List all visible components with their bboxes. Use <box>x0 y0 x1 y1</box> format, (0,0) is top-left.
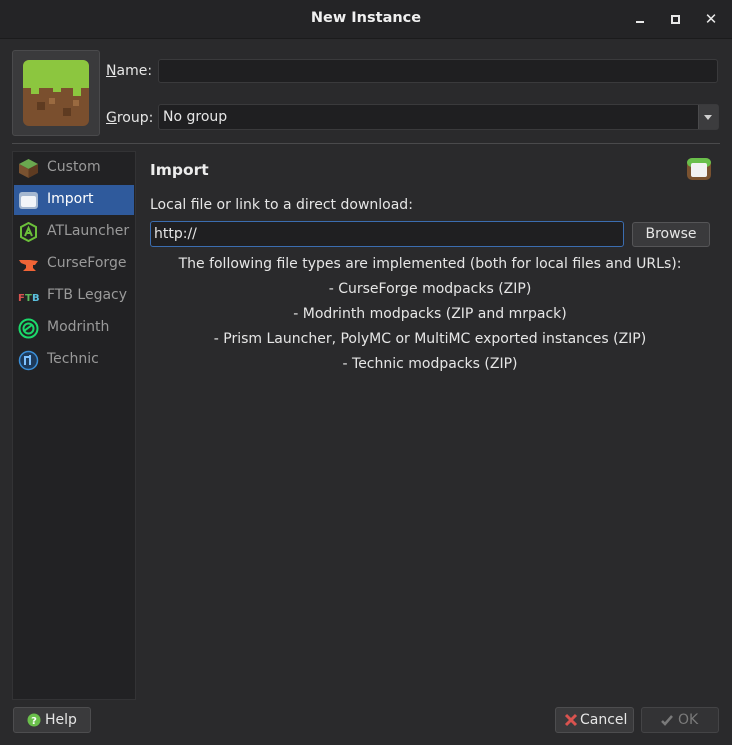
source-sidebar: Custom Import ATLauncher CurseForge F T … <box>12 151 136 700</box>
sidebar-item-import[interactable]: Import <box>14 185 134 215</box>
page-title: Import <box>150 161 209 179</box>
help-icon: ? <box>27 713 41 727</box>
minimize-icon <box>636 21 644 23</box>
title-bar: New Instance ✕ <box>0 0 732 39</box>
group-select[interactable]: No group <box>158 104 719 130</box>
supported-type-item: - CurseForge modpacks (ZIP) <box>328 281 532 297</box>
supported-types-heading: The following file types are implemented… <box>178 256 682 272</box>
svg-text:T: T <box>25 293 32 304</box>
group-select-value: No group <box>163 109 228 125</box>
group-dropdown-button[interactable] <box>698 105 718 129</box>
close-button[interactable]: ✕ <box>702 10 720 28</box>
grass-block-icon <box>19 159 38 178</box>
grass-block-icon <box>23 60 89 126</box>
svg-text:B: B <box>32 293 39 304</box>
ftb-icon: F T B <box>18 293 39 304</box>
name-label: Name: <box>106 63 153 79</box>
supported-type-item: - Prism Launcher, PolyMC or MultiMC expo… <box>213 331 647 347</box>
cancel-button[interactable]: Cancel <box>555 707 634 733</box>
instance-icon-button[interactable] <box>12 50 100 136</box>
name-field[interactable] <box>158 59 718 83</box>
url-input[interactable]: http:// <box>150 221 624 247</box>
close-icon: ✕ <box>704 10 718 28</box>
chevron-down-icon <box>704 115 712 120</box>
sidebar-item-curseforge[interactable]: CurseForge <box>14 249 134 279</box>
cancel-icon <box>564 713 578 727</box>
folder-icon <box>19 192 38 209</box>
atlauncher-icon <box>20 222 37 243</box>
supported-type-item: - Modrinth modpacks (ZIP and mrpack) <box>293 306 567 322</box>
import-prompt-label: Local file or link to a direct download: <box>150 197 413 213</box>
group-label: Group: <box>106 110 154 126</box>
supported-type-item: - Technic modpacks (ZIP) <box>342 356 518 372</box>
svg-text:F: F <box>18 293 25 304</box>
maximize-button[interactable] <box>666 10 684 28</box>
svg-text:?: ? <box>31 716 37 727</box>
sidebar-item-atlauncher[interactable]: ATLauncher <box>14 217 134 247</box>
window-title: New Instance <box>310 10 422 26</box>
browse-button[interactable]: Browse <box>632 222 710 247</box>
folder-icon <box>687 158 711 180</box>
maximize-icon <box>671 15 680 24</box>
sidebar-item-custom[interactable]: Custom <box>14 153 134 183</box>
header-divider <box>12 143 720 144</box>
modrinth-icon <box>18 318 39 339</box>
ok-button[interactable]: OK <box>641 707 719 733</box>
sidebar-item-technic[interactable]: Technic <box>14 345 134 375</box>
checkmark-icon <box>661 715 673 726</box>
technic-icon <box>18 350 39 371</box>
curseforge-icon <box>19 260 38 271</box>
help-button[interactable]: ? Help <box>13 707 91 733</box>
sidebar-item-ftb-legacy[interactable]: F T B FTB Legacy <box>14 281 134 311</box>
minimize-button[interactable] <box>632 10 650 28</box>
sidebar-item-modrinth[interactable]: Modrinth <box>14 313 134 343</box>
